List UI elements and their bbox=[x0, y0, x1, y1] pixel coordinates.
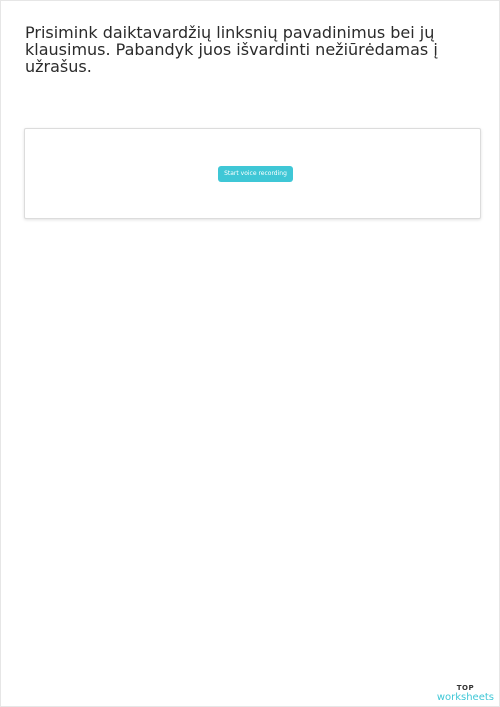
instruction-text: Prisimink daiktavardžių linksnių pavadin… bbox=[25, 23, 438, 76]
voice-recorder-panel: Start voice recording bbox=[24, 128, 481, 219]
logo-bottom-text: worksheets bbox=[436, 692, 494, 703]
logo-top-text: TOP bbox=[456, 684, 475, 692]
worksheet-page bbox=[0, 0, 500, 707]
start-voice-recording-button[interactable]: Start voice recording bbox=[218, 166, 293, 182]
topworksheets-logo: TOP worksheets bbox=[437, 685, 494, 703]
